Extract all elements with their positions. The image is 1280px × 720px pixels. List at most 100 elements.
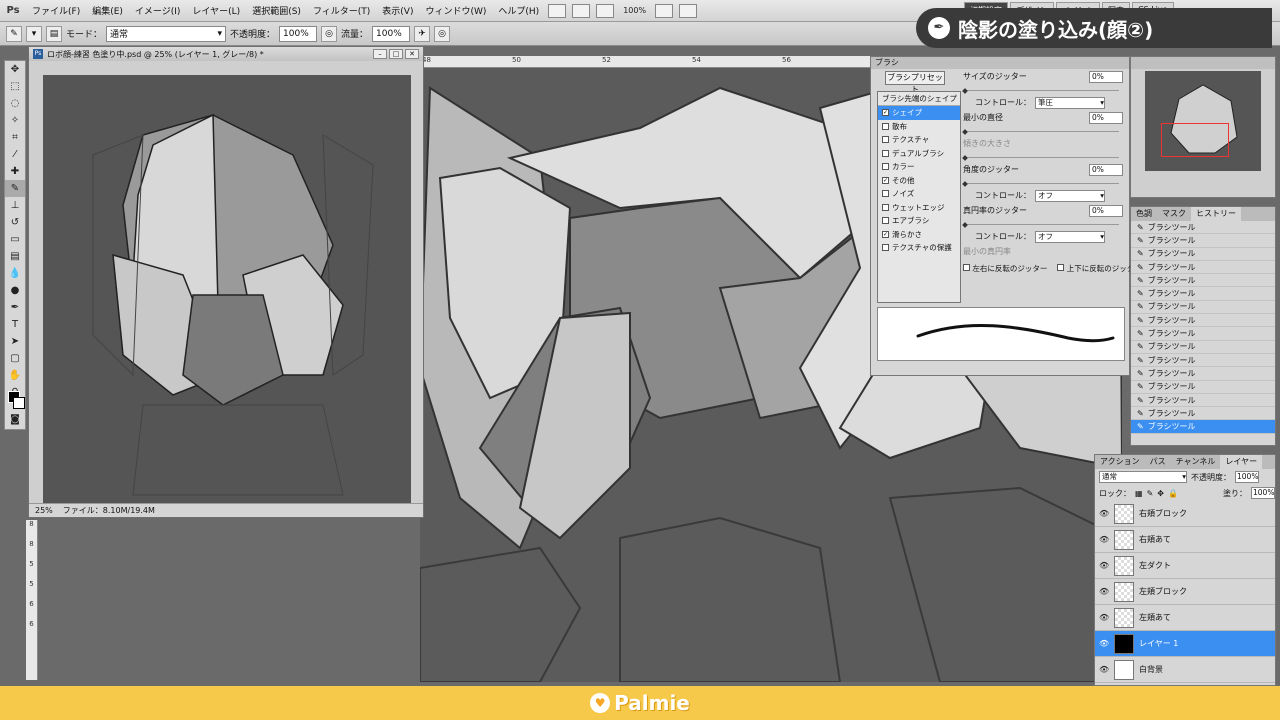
menu-window[interactable]: ウィンドウ(W) (419, 4, 492, 17)
lasso-tool-icon[interactable]: ◌ (5, 95, 25, 112)
path-select-tool-icon[interactable]: ➤ (5, 333, 25, 350)
layer-row[interactable]: 👁 左頬あて (1095, 605, 1275, 631)
maximize-icon[interactable]: □ (389, 49, 403, 59)
size-jitter-input[interactable]: 0% (1089, 70, 1123, 83)
type-tool-icon[interactable]: T (5, 316, 25, 333)
history-brush-tool-icon[interactable]: ↺ (5, 214, 25, 231)
stamp-tool-icon[interactable]: ⊥ (5, 197, 25, 214)
brush-panel-toggle-icon[interactable]: ▤ (46, 25, 62, 42)
history-row[interactable]: ✎ ブラシツール (1131, 234, 1275, 248)
navigator-thumbnail[interactable] (1145, 71, 1261, 171)
checkbox[interactable] (882, 149, 889, 157)
menu-image[interactable]: イメージ(I) (129, 4, 187, 17)
brush-tip-shape-header[interactable]: ブラシ先端のシェイプ (878, 92, 960, 106)
checkbox-checked[interactable]: ✓ (882, 176, 889, 184)
quick-mask-icon[interactable]: ◙ (5, 411, 25, 428)
angle-jitter-slider[interactable] (963, 178, 1119, 184)
layer-opacity-input[interactable]: 100% (1235, 471, 1259, 483)
layer-name[interactable]: 左頬ブロック (1139, 586, 1187, 597)
fill-input[interactable]: 100% (1251, 487, 1275, 499)
menu-filter[interactable]: フィルター(T) (307, 4, 376, 17)
size-jitter-slider[interactable] (963, 85, 1119, 91)
layer-name[interactable]: レイヤー 1 (1139, 638, 1178, 649)
history-row[interactable]: ✎ ブラシツール (1131, 354, 1275, 368)
document-window[interactable]: Ps ロボ顔-練習 色塗り中.psd @ 25% (レイヤー 1, グレー/8)… (28, 46, 424, 518)
background-color-swatch[interactable] (13, 397, 25, 409)
tab-layers[interactable]: レイヤー (1220, 455, 1263, 469)
brush-size-picker[interactable]: ▾ (26, 25, 42, 42)
eraser-tool-icon[interactable]: ▭ (5, 231, 25, 248)
checkbox[interactable] (882, 122, 889, 130)
eye-icon[interactable]: 👁 (1099, 509, 1109, 518)
checkbox[interactable] (882, 203, 889, 211)
brush-option-item[interactable]: テクスチャ (878, 133, 960, 147)
layer-name[interactable]: 左ダクト (1139, 560, 1171, 571)
shape-tool-icon[interactable]: ▢ (5, 350, 25, 367)
airbrush-icon[interactable]: ✈ (414, 25, 431, 42)
pressure-size-icon[interactable]: ◎ (434, 25, 451, 42)
brush-option-item[interactable]: 散布 (878, 120, 960, 134)
layer-row[interactable]: 👁 白背景 (1095, 657, 1275, 683)
layer-row-selected[interactable]: 👁 レイヤー 1 (1095, 631, 1275, 657)
brush-option-item[interactable]: ノイズ (878, 187, 960, 201)
menu-file[interactable]: ファイル(F) (26, 4, 86, 17)
layer-row[interactable]: 👁 右頬ブロック (1095, 501, 1275, 527)
checkbox[interactable] (882, 190, 889, 198)
dodge-tool-icon[interactable]: ● (5, 282, 25, 299)
layer-name[interactable]: 右頬あて (1139, 534, 1171, 545)
marquee-tool-icon[interactable]: ⬚ (5, 78, 25, 95)
screen-mode-button[interactable] (679, 3, 698, 18)
min-diameter-slider[interactable] (963, 126, 1119, 132)
eye-icon[interactable]: 👁 (1099, 639, 1109, 648)
checkbox-checked[interactable]: ✓ (882, 230, 889, 238)
checkbox[interactable] (882, 217, 889, 225)
menu-edit[interactable]: 編集(E) (86, 4, 129, 17)
minimize-icon[interactable]: – (373, 49, 387, 59)
lock-position-icon[interactable]: ✥ (1157, 489, 1164, 498)
brush-option-item[interactable]: カラー (878, 160, 960, 174)
navigator-tab[interactable] (1131, 57, 1275, 69)
history-row[interactable]: ✎ ブラシツール (1131, 381, 1275, 394)
flip-x-checkbox[interactable]: 左右に反転のジッター (963, 263, 1047, 274)
arrange-docs-button[interactable] (655, 3, 674, 18)
mode-dropdown[interactable]: 通常 ▾ (106, 25, 227, 42)
move-tool-icon[interactable]: ✥ (5, 61, 25, 78)
history-row-current[interactable]: ✎ ブラシツール (1131, 420, 1275, 434)
history-row[interactable]: ✎ ブラシツール (1131, 261, 1275, 275)
roundness-jitter-slider[interactable] (963, 219, 1119, 225)
brush-option-item[interactable]: エアブラシ (878, 214, 960, 228)
layer-name[interactable]: 右頬ブロック (1139, 508, 1187, 519)
roundness-jitter-input[interactable]: 0% (1089, 204, 1123, 217)
document-titlebar[interactable]: Ps ロボ顔-練習 色塗り中.psd @ 25% (レイヤー 1, グレー/8)… (29, 47, 423, 61)
history-row[interactable]: ✎ ブラシツール (1131, 367, 1275, 381)
history-row[interactable]: ✎ ブラシツール (1131, 314, 1275, 328)
flow-input[interactable]: 100% (372, 25, 411, 42)
close-icon[interactable]: ✕ (405, 49, 419, 59)
document-canvas[interactable] (43, 75, 411, 503)
roundness-control-dropdown[interactable]: オフ ▾ (1035, 230, 1105, 243)
brush-option-item[interactable]: ✓ 滑らかさ (878, 228, 960, 242)
opacity-input[interactable]: 100% (279, 25, 318, 42)
angle-control-dropdown[interactable]: オフ ▾ (1035, 189, 1105, 202)
menu-select[interactable]: 選択範囲(S) (246, 4, 307, 17)
lock-all-icon[interactable]: 🔒 (1168, 489, 1178, 498)
layer-name[interactable]: 左頬あて (1139, 612, 1171, 623)
min-diameter-input[interactable]: 0% (1089, 111, 1123, 124)
guides-button[interactable] (596, 3, 615, 18)
checkbox[interactable] (882, 163, 889, 171)
gradient-tool-icon[interactable]: ▤ (5, 248, 25, 265)
eye-icon[interactable]: 👁 (1099, 587, 1109, 596)
tab-paths[interactable]: パス (1145, 455, 1171, 469)
crop-tool-icon[interactable]: ⌗ (5, 129, 25, 146)
mini-bridge-button[interactable] (572, 3, 591, 18)
checkbox[interactable] (882, 136, 889, 144)
checkbox-checked[interactable]: ✓ (882, 109, 889, 117)
brush-option-item[interactable]: ✓ その他 (878, 174, 960, 188)
eyedropper-tool-icon[interactable]: ⁄ (5, 146, 25, 163)
size-control-dropdown[interactable]: 筆圧 ▾ (1035, 96, 1105, 109)
eye-icon[interactable]: 👁 (1099, 613, 1109, 622)
history-row[interactable]: ✎ ブラシツール (1131, 287, 1275, 301)
layer-row[interactable]: 👁 左頬ブロック (1095, 579, 1275, 605)
blend-mode-dropdown[interactable]: 通常 ▾ (1099, 471, 1187, 483)
history-row[interactable]: ✎ ブラシツール (1131, 301, 1275, 315)
